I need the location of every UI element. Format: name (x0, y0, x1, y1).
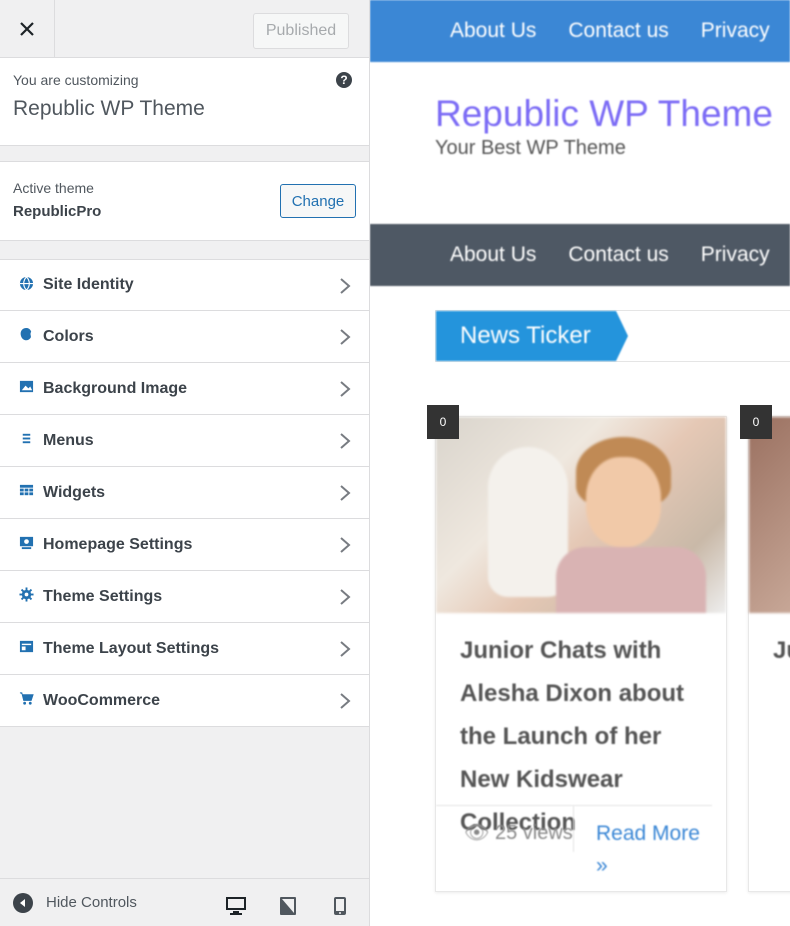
hide-controls-button[interactable]: Hide Controls (13, 892, 137, 913)
customizing-info: You are customizing Republic WP Theme ? (0, 58, 369, 146)
comment-count-badge: 0 (740, 405, 772, 439)
section-label: Background Image (43, 379, 188, 397)
site-preview[interactable]: About Us Contact us Privacy Republic WP … (370, 0, 790, 926)
published-button[interactable]: Published (253, 13, 349, 49)
section-background-image[interactable]: Background Image (0, 363, 369, 415)
preview-tagline: Your Best WP Theme (435, 137, 626, 159)
customizer-header: Published (0, 0, 369, 58)
image-icon (18, 379, 34, 395)
site-name: Republic WP Theme (13, 97, 205, 120)
widgets-icon (18, 483, 34, 499)
post-card[interactable]: Ju th C (748, 416, 790, 892)
chevron-right-icon (340, 589, 351, 605)
collapse-icon (13, 892, 33, 913)
active-theme-section: Active theme RepublicPro Change (0, 162, 369, 241)
chevron-right-icon (340, 329, 351, 345)
section-colors[interactable]: Colors (0, 311, 369, 363)
section-label: Menus (43, 431, 94, 449)
section-theme-settings[interactable]: Theme Settings (0, 571, 369, 623)
section-theme-layout-settings[interactable]: Theme Layout Settings (0, 623, 369, 675)
section-site-identity[interactable]: Site Identity (0, 259, 369, 311)
post-card[interactable]: Junior Chats with Alesha Dixon about the… (435, 416, 727, 892)
chevron-right-icon (340, 433, 351, 449)
chevron-right-icon (340, 537, 351, 553)
desktop-preview-icon[interactable] (225, 895, 247, 917)
nav-link[interactable]: About Us (450, 243, 536, 267)
palette-icon (18, 327, 34, 343)
mobile-preview-icon[interactable] (329, 895, 351, 917)
news-ticker: News Ticker (435, 310, 790, 362)
globe-icon (18, 275, 34, 291)
section-label: Theme Settings (43, 587, 163, 605)
preview-top-nav: About Us Contact us Privacy (370, 0, 790, 62)
section-label: Theme Layout Settings (43, 639, 220, 657)
cart-icon (18, 691, 34, 707)
section-label: WooCommerce (43, 691, 161, 709)
chevron-right-icon (340, 278, 351, 294)
hide-controls-label: Hide Controls (46, 894, 137, 911)
tablet-preview-icon[interactable] (277, 895, 299, 917)
layout-icon (18, 639, 34, 655)
views-label: 25 views (494, 822, 573, 844)
close-icon (20, 22, 34, 36)
section-label: Homepage Settings (43, 535, 193, 553)
change-theme-button[interactable]: Change (280, 184, 356, 218)
post-thumbnail[interactable] (436, 417, 726, 613)
menu-icon (18, 431, 34, 447)
section-homepage-settings[interactable]: Homepage Settings (0, 519, 369, 571)
section-label: Colors (43, 327, 94, 345)
section-gap (0, 146, 369, 162)
chevron-right-icon (340, 641, 351, 657)
news-ticker-label: News Ticker (436, 311, 628, 361)
close-button[interactable] (0, 0, 55, 58)
section-menus[interactable]: Menus (0, 415, 369, 467)
face-shape (586, 457, 661, 547)
section-woocommerce[interactable]: WooCommerce (0, 675, 369, 727)
views-count: 👁 25 views (464, 822, 573, 844)
body-shape (556, 547, 706, 613)
customizer-sections: Site Identity Colors Background Image Me… (0, 259, 369, 727)
preview-main-nav: About Us Contact us Privacy (370, 224, 790, 286)
section-label: Widgets (43, 483, 106, 501)
post-thumbnail[interactable] (749, 417, 790, 613)
section-label: Site Identity (43, 276, 134, 293)
help-icon[interactable]: ? (336, 72, 352, 88)
customizing-label: You are customizing (13, 72, 139, 88)
nav-link[interactable]: Contact us (568, 19, 668, 43)
device-switcher (225, 895, 351, 917)
section-widgets[interactable]: Widgets (0, 467, 369, 519)
nav-link[interactable]: Privacy (701, 243, 770, 267)
comment-count-badge: 0 (427, 405, 459, 439)
read-more-link[interactable]: Read More » (596, 818, 712, 882)
customizer-footer: Hide Controls (0, 878, 369, 926)
chevron-right-icon (340, 381, 351, 397)
chevron-right-icon (340, 485, 351, 501)
divider (573, 806, 574, 852)
customizer-panel: Published You are customizing Republic W… (0, 0, 370, 926)
post-title[interactable]: Ju th C (749, 613, 790, 672)
gear-icon (18, 587, 34, 603)
post-meta: 👁 25 views Read More » (436, 805, 712, 877)
homepage-icon (18, 535, 34, 551)
nav-link[interactable]: Privacy (701, 19, 770, 43)
preview-site-title[interactable]: Republic WP Theme (435, 93, 773, 135)
chevron-right-icon (340, 693, 351, 709)
nav-link[interactable]: About Us (450, 19, 536, 43)
nav-link[interactable]: Contact us (568, 243, 668, 267)
